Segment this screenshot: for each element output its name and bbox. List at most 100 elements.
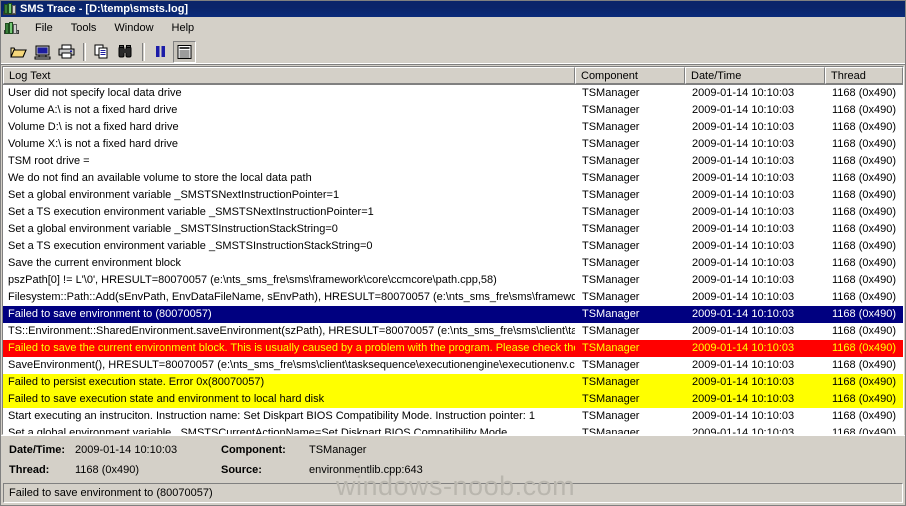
- menu-item-tools[interactable]: Tools: [62, 19, 106, 37]
- detail-datetime-label: Date/Time:: [9, 444, 66, 456]
- log-list[interactable]: Log Text Component Date/Time Thread User…: [2, 66, 904, 435]
- status-bar-text: Failed to save environment to (80070057): [9, 487, 213, 499]
- log-cell-component: TSManager: [582, 257, 640, 269]
- log-cell-datetime: 2009-01-14 10:10:03: [692, 104, 795, 116]
- log-row[interactable]: Set a global environment variable _SMSTS…: [3, 187, 903, 204]
- print-button[interactable]: [55, 41, 78, 63]
- log-cell-thread: 1168 (0x490): [832, 308, 897, 320]
- log-row[interactable]: Set a global environment variable _SMSTS…: [3, 221, 903, 238]
- log-cell-component: TSManager: [582, 342, 640, 354]
- toggle-detail-pane-button[interactable]: [173, 40, 196, 63]
- log-cell-component: TSManager: [582, 240, 640, 252]
- log-row[interactable]: Start executing an instruciton. Instruct…: [3, 408, 903, 425]
- log-cell-component: TSManager: [582, 291, 640, 303]
- open-file-button[interactable]: [7, 41, 30, 63]
- status-bar: Failed to save environment to (80070057): [3, 483, 903, 503]
- log-row[interactable]: Set a TS execution environment variable …: [3, 204, 903, 221]
- log-row[interactable]: TS::Environment::SharedEnvironment.saveE…: [3, 323, 903, 340]
- log-cell-datetime: 2009-01-14 10:10:03: [692, 189, 795, 201]
- log-cell-thread: 1168 (0x490): [832, 172, 897, 184]
- printer-icon: [58, 44, 74, 58]
- log-cell-datetime: 2009-01-14 10:10:03: [692, 257, 795, 269]
- log-cell-datetime: 2009-01-14 10:10:03: [692, 223, 795, 235]
- log-row[interactable]: Failed to save execution state and envir…: [3, 391, 903, 408]
- log-row[interactable]: Set a global environment variable _SMSTS…: [3, 425, 903, 434]
- log-cell-datetime: 2009-01-14 10:10:03: [692, 308, 795, 320]
- pause-icon: [155, 45, 165, 57]
- menu-item-file[interactable]: File: [26, 19, 62, 37]
- column-header-component[interactable]: Component: [575, 67, 685, 84]
- log-cell-thread: 1168 (0x490): [832, 121, 897, 133]
- log-cell-component: TSManager: [582, 87, 640, 99]
- log-cell-text: Start executing an instruciton. Instruct…: [8, 410, 536, 422]
- log-cell-thread: 1168 (0x490): [832, 87, 897, 99]
- log-cell-datetime: 2009-01-14 10:10:03: [692, 155, 795, 167]
- pause-button[interactable]: [149, 41, 172, 63]
- log-row[interactable]: Filesystem::Path::Add(sEnvPath, EnvDataF…: [3, 289, 903, 306]
- log-cell-text: Set a global environment variable _SMSTS…: [8, 223, 338, 235]
- log-cell-text: Set a TS execution environment variable …: [8, 240, 373, 252]
- log-cell-component: TSManager: [582, 410, 640, 422]
- log-row[interactable]: Save the current environment block TSMana…: [3, 255, 903, 272]
- log-cell-component: TSManager: [582, 189, 640, 201]
- log-row[interactable]: User did not specify local data drive TSM…: [3, 85, 903, 102]
- open-computer-log-button[interactable]: [31, 41, 54, 63]
- detail-source-value: environmentlib.cpp:643: [309, 464, 423, 476]
- log-cell-component: TSManager: [582, 376, 640, 388]
- log-cell-datetime: 2009-01-14 10:10:03: [692, 410, 795, 422]
- log-cell-thread: 1168 (0x490): [832, 291, 897, 303]
- log-cell-text: Volume A:\ is not a fixed hard drive: [8, 104, 178, 116]
- copy-icon: [94, 44, 107, 58]
- log-row[interactable]: pszPath[0] != L'\0', HRESULT=80070057 (e…: [3, 272, 903, 289]
- log-row[interactable]: TSM root drive = TSManager 2009-01-14 10:1…: [3, 153, 903, 170]
- log-cell-thread: 1168 (0x490): [832, 104, 897, 116]
- title-bar: SMS Trace - [D:\temp\smsts.log]: [1, 1, 905, 17]
- detail-component-label: Component:: [221, 444, 286, 456]
- menu-bar: File Tools Window Help: [1, 17, 905, 39]
- log-cell-text: Volume X:\ is not a fixed hard drive: [8, 138, 178, 150]
- log-cell-text: Failed to save environment to (80070057): [8, 308, 212, 320]
- column-header-datetime[interactable]: Date/Time: [685, 67, 825, 84]
- detail-pane: Date/Time: 2009-01-14 10:10:03 Component…: [1, 435, 905, 483]
- log-cell-thread: 1168 (0x490): [832, 325, 897, 337]
- log-cell-datetime: 2009-01-14 10:10:03: [692, 138, 795, 150]
- log-cell-datetime: 2009-01-14 10:10:03: [692, 342, 795, 354]
- log-row[interactable]: We do not find an available volume to st…: [3, 170, 903, 187]
- log-row[interactable]: Volume D:\ is not a fixed hard drive TSMa…: [3, 119, 903, 136]
- log-row[interactable]: Volume A:\ is not a fixed hard drive TSMa…: [3, 102, 903, 119]
- log-row[interactable]: Failed to save environment to (80070057)…: [3, 306, 903, 323]
- column-header-log-text[interactable]: Log Text: [3, 67, 575, 84]
- toolbar: [1, 39, 905, 65]
- column-header-thread[interactable]: Thread: [825, 67, 903, 84]
- log-cell-text: User did not specify local data drive: [8, 87, 182, 99]
- log-cell-component: TSManager: [582, 308, 640, 320]
- log-cell-text: TSM root drive =: [8, 155, 90, 167]
- log-cell-text: Filesystem::Path::Add(sEnvPath, EnvDataF…: [8, 291, 575, 303]
- log-cell-text: Failed to persist execution state. Error…: [8, 376, 265, 388]
- detail-thread-value: 1168 (0x490): [75, 464, 140, 476]
- log-row[interactable]: Failed to persist execution state. Error…: [3, 374, 903, 391]
- log-list-body: User did not specify local data drive TSM…: [3, 85, 903, 434]
- copy-button[interactable]: [90, 41, 113, 63]
- log-row[interactable]: Set a TS execution environment variable …: [3, 238, 903, 255]
- menu-item-window[interactable]: Window: [105, 19, 162, 37]
- log-list-header: Log Text Component Date/Time Thread: [3, 67, 903, 85]
- log-cell-component: TSManager: [582, 138, 640, 150]
- log-cell-datetime: 2009-01-14 10:10:03: [692, 172, 795, 184]
- computer-icon: [34, 45, 50, 59]
- log-cell-thread: 1168 (0x490): [832, 223, 897, 235]
- log-cell-thread: 1168 (0x490): [832, 393, 897, 405]
- log-cell-datetime: 2009-01-14 10:10:03: [692, 87, 795, 99]
- log-cell-component: TSManager: [582, 155, 640, 167]
- log-cell-thread: 1168 (0x490): [832, 138, 897, 150]
- log-row[interactable]: SaveEnvironment(), HRESULT=80070057 (e:\…: [3, 357, 903, 374]
- menu-item-help[interactable]: Help: [163, 19, 204, 37]
- log-cell-text: Set a global environment variable _SMSTS…: [8, 427, 508, 434]
- toolbar-separator: [142, 42, 145, 61]
- log-row[interactable]: Failed to save the current environment b…: [3, 340, 903, 357]
- log-row[interactable]: Volume X:\ is not a fixed hard drive TSMa…: [3, 136, 903, 153]
- log-cell-thread: 1168 (0x490): [832, 410, 897, 422]
- log-cell-text: pszPath[0] != L'\0', HRESULT=80070057 (e…: [8, 274, 497, 286]
- find-button[interactable]: [114, 41, 137, 63]
- log-cell-text: Set a global environment variable _SMSTS…: [8, 189, 340, 201]
